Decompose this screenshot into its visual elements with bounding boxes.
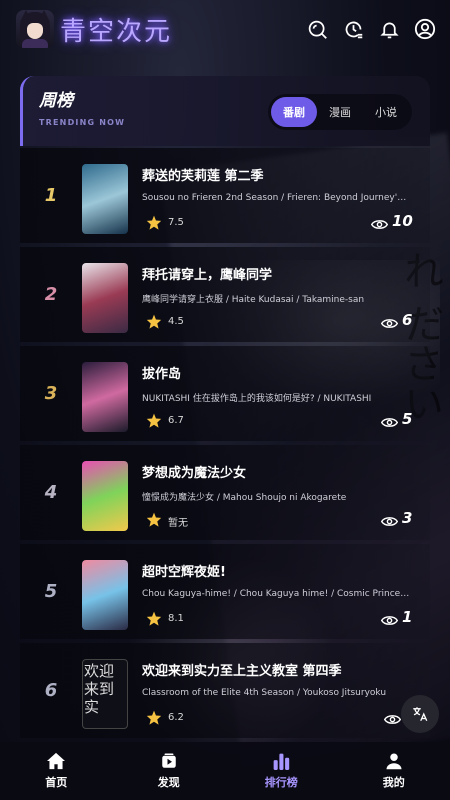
rating-score: 8.1 — [168, 613, 184, 624]
cover-image[interactable]: 欢迎来到实 — [82, 659, 128, 729]
star-icon — [146, 413, 162, 432]
rank-number: 6 — [44, 680, 58, 701]
ranking-row[interactable]: 3 拔作岛 NUKITASHI 住在拔作岛上的我该如何是好? / NUKITASHI… — [20, 346, 430, 441]
eye-icon — [380, 513, 399, 532]
rank-number: 1 — [44, 185, 58, 206]
anime-alt-titles: Chou Kaguya-hime! / Chou Kaguya hime! / … — [142, 589, 410, 599]
star-icon — [146, 611, 162, 630]
cover-image[interactable] — [82, 560, 128, 630]
trending-title: 周榜 — [39, 91, 73, 111]
rating-score: 7.5 — [168, 217, 184, 228]
category-tabs: 番剧 漫画 小说 — [268, 94, 412, 130]
search-icon[interactable] — [306, 18, 328, 40]
eye-icon — [370, 216, 389, 235]
ranking-row[interactable]: 4 梦想成为魔法少女憧憬成为魔法少女 / Mahou Shoujo ni Akog… — [20, 445, 430, 540]
view-count: 3 — [402, 509, 413, 527]
ranking-row[interactable]: 6 欢迎来到实 欢迎来到实力至上主义教室 第四季 Classroom of the E… — [20, 643, 430, 738]
trending-header: 周榜 TRENDING NOW 番剧 漫画 小说 — [20, 76, 430, 146]
cover-image[interactable] — [82, 263, 128, 333]
header-actions — [306, 18, 436, 40]
anime-title[interactable]: 拜托请穿上，鹰峰同学 — [142, 264, 272, 283]
eye-icon — [380, 414, 399, 433]
translate-icon — [413, 707, 428, 722]
rank-number: 3 — [44, 383, 58, 404]
anime-title[interactable]: 葬送的芙莉莲 第二季 — [142, 165, 264, 184]
rating-score: 4.5 — [168, 316, 184, 327]
rank-number: 2 — [44, 284, 58, 305]
anime-alt-titles: 憧憬成为魔法少女 / Mahou Shoujo ni Akogarete — [142, 493, 347, 503]
rating-score: 6.7 — [168, 415, 184, 426]
rating-score: 6.2 — [168, 712, 184, 723]
trending-subtitle: TRENDING NOW — [39, 118, 126, 127]
anime-alt-titles: NUKITASHI 住在拔作岛上的我该如何是好? / NUKITASHI — [142, 394, 372, 404]
anime-alt-titles: Classroom of the Elite 4th Season / Youk… — [142, 688, 387, 698]
cover-alt-text: 欢迎来到实 — [84, 662, 115, 716]
view-count: 10 — [392, 212, 413, 230]
ranking-row[interactable]: 1 葬送的芙莉莲 第二季 Sousou no Frieren 2nd Season … — [20, 148, 430, 243]
view-count: 6 — [402, 311, 413, 329]
nav-ranking[interactable]: 排行榜 — [225, 742, 338, 800]
eye-icon — [383, 711, 402, 730]
translate-button[interactable] — [401, 695, 439, 733]
star-icon — [146, 215, 162, 234]
user-icon[interactable] — [414, 18, 436, 40]
rating-score: 暂无 — [168, 518, 188, 529]
ranking-icon — [273, 753, 290, 770]
eye-icon — [380, 612, 399, 631]
nav-discover-label: 发现 — [157, 776, 180, 789]
history-icon[interactable] — [342, 18, 364, 40]
trending-panel: 周榜 TRENDING NOW 番剧 漫画 小说 1 葬送的芙莉莲 第二季 Sous… — [20, 76, 430, 744]
tab-anime[interactable]: 番剧 — [271, 97, 317, 127]
anime-title[interactable]: 超时空辉夜姬! — [142, 561, 226, 580]
anime-title[interactable]: 欢迎来到实力至上主义教室 第四季 — [142, 660, 342, 679]
view-count: 1 — [402, 608, 413, 626]
nav-profile[interactable]: 我的 — [338, 742, 450, 800]
nav-profile-label: 我的 — [382, 776, 405, 789]
cover-image[interactable] — [82, 164, 128, 234]
logo-avatar[interactable] — [16, 10, 54, 48]
profile-icon — [386, 753, 402, 770]
nav-home[interactable]: 首页 — [0, 742, 113, 800]
nav-discover[interactable]: 发现 — [113, 742, 226, 800]
ranking-row[interactable]: 2 拜托请穿上，鹰峰同学鹰峰同学请穿上衣服 / Haite Kudasai / T… — [20, 247, 430, 342]
tab-manga[interactable]: 漫画 — [317, 97, 363, 127]
bottom-nav: 首页 发现 排行榜 我的 — [0, 742, 450, 800]
cover-image[interactable] — [82, 362, 128, 432]
view-count: 5 — [402, 410, 413, 428]
discover-icon — [162, 753, 176, 768]
home-icon — [47, 752, 66, 770]
cover-image[interactable] — [82, 461, 128, 531]
rank-number: 4 — [44, 482, 58, 503]
eye-icon — [380, 315, 399, 334]
star-icon — [146, 314, 162, 333]
app-brand: 青空次元 — [60, 16, 173, 47]
nav-home-label: 首页 — [45, 776, 68, 789]
anime-title[interactable]: 梦想成为魔法少女 — [142, 462, 246, 481]
anime-alt-titles: Sousou no Frieren 2nd Season / Frieren: … — [142, 193, 410, 203]
anime-title[interactable]: 拔作岛 — [142, 363, 181, 382]
tab-novel[interactable]: 小说 — [363, 97, 409, 127]
anime-alt-titles: 鹰峰同学请穿上衣服 / Haite Kudasai / Takamine-san — [142, 295, 365, 305]
star-icon — [146, 512, 162, 531]
ranking-row[interactable]: 5 超时空辉夜姬! Chou Kaguya-hime! / Chou Kaguya … — [20, 544, 430, 639]
rank-number: 5 — [44, 581, 58, 602]
bell-icon[interactable] — [378, 18, 400, 40]
top-header: 青空次元 — [0, 0, 450, 58]
nav-ranking-label: 排行榜 — [264, 776, 298, 789]
star-icon — [146, 710, 162, 729]
